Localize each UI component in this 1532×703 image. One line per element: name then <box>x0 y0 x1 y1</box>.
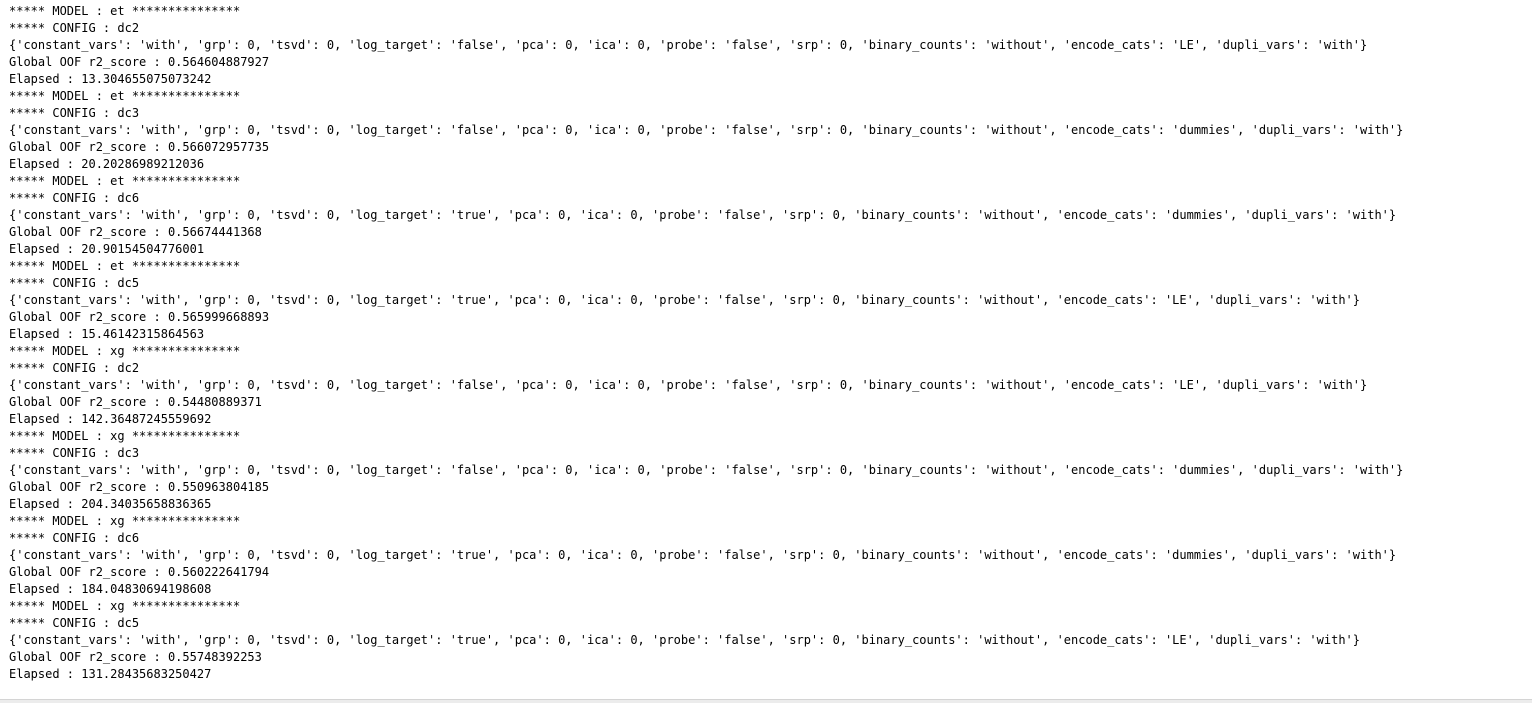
config-params-line: {'constant_vars': 'with', 'grp': 0, 'tsv… <box>9 633 1361 647</box>
model-header-line: ***** MODEL : xg *************** <box>9 429 241 443</box>
model-header-line: ***** MODEL : xg *************** <box>9 514 241 528</box>
config-header-line: ***** CONFIG : dc6 <box>9 531 140 545</box>
config-header-line: ***** CONFIG : dc2 <box>9 361 140 375</box>
config-params-line: {'constant_vars': 'with', 'grp': 0, 'tsv… <box>9 548 1397 562</box>
model-header-line: ***** MODEL : et *************** <box>9 259 241 273</box>
score-line: Global OOF r2_score : 0.550963804185 <box>9 480 270 494</box>
config-header-line: ***** CONFIG : dc5 <box>9 276 140 290</box>
elapsed-line: Elapsed : 184.04830694198608 <box>9 582 212 596</box>
console-output: ***** MODEL : et *************** ***** C… <box>9 3 1524 683</box>
model-header-line: ***** MODEL : et *************** <box>9 4 241 18</box>
model-header-line: ***** MODEL : et *************** <box>9 174 241 188</box>
elapsed-line: Elapsed : 204.34035658836365 <box>9 497 212 511</box>
config-params-line: {'constant_vars': 'with', 'grp': 0, 'tsv… <box>9 293 1361 307</box>
model-header-line: ***** MODEL : xg *************** <box>9 599 241 613</box>
score-line: Global OOF r2_score : 0.56674441368 <box>9 225 262 239</box>
config-header-line: ***** CONFIG : dc2 <box>9 21 140 35</box>
elapsed-line: Elapsed : 20.90154504776001 <box>9 242 205 256</box>
config-header-line: ***** CONFIG : dc3 <box>9 446 140 460</box>
score-line: Global OOF r2_score : 0.560222641794 <box>9 565 270 579</box>
elapsed-line: Elapsed : 20.20286989212036 <box>9 157 205 171</box>
config-header-line: ***** CONFIG : dc5 <box>9 616 140 630</box>
model-header-line: ***** MODEL : et *************** <box>9 89 241 103</box>
elapsed-line: Elapsed : 15.46142315864563 <box>9 327 205 341</box>
config-params-line: {'constant_vars': 'with', 'grp': 0, 'tsv… <box>9 463 1404 477</box>
score-line: Global OOF r2_score : 0.566072957735 <box>9 140 270 154</box>
score-line: Global OOF r2_score : 0.54480889371 <box>9 395 262 409</box>
elapsed-line: Elapsed : 13.304655075073242 <box>9 72 212 86</box>
elapsed-line: Elapsed : 131.28435683250427 <box>9 667 212 681</box>
score-line: Global OOF r2_score : 0.565999668893 <box>9 310 270 324</box>
elapsed-line: Elapsed : 142.36487245559692 <box>9 412 212 426</box>
config-header-line: ***** CONFIG : dc6 <box>9 191 140 205</box>
config-header-line: ***** CONFIG : dc3 <box>9 106 140 120</box>
config-params-line: {'constant_vars': 'with', 'grp': 0, 'tsv… <box>9 38 1368 52</box>
output-bottom-border <box>0 699 1532 703</box>
config-params-line: {'constant_vars': 'with', 'grp': 0, 'tsv… <box>9 123 1404 137</box>
config-params-line: {'constant_vars': 'with', 'grp': 0, 'tsv… <box>9 378 1368 392</box>
score-line: Global OOF r2_score : 0.564604887927 <box>9 55 270 69</box>
model-header-line: ***** MODEL : xg *************** <box>9 344 241 358</box>
config-params-line: {'constant_vars': 'with', 'grp': 0, 'tsv… <box>9 208 1397 222</box>
score-line: Global OOF r2_score : 0.55748392253 <box>9 650 262 664</box>
